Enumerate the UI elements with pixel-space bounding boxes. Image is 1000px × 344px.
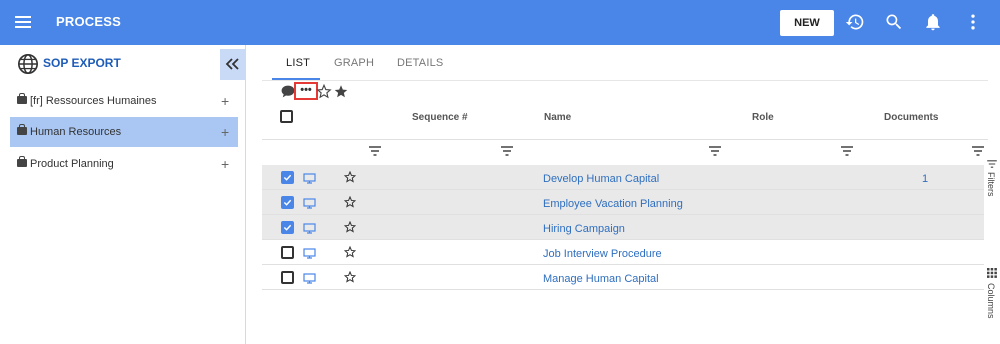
column-header-documents[interactable]: Documents [884,112,938,123]
table-row[interactable]: Manage Human Capital [262,265,984,290]
process-name-link[interactable]: Manage Human Capital [543,273,659,285]
row-checkbox[interactable] [281,221,294,234]
sidebar-item-ressources-humaines[interactable]: [fr] Ressources Humaines + [10,86,238,116]
menu-icon[interactable] [12,12,34,32]
tab-list[interactable]: LIST [286,57,310,69]
more-actions-button[interactable]: ••• [294,82,318,100]
top-app-bar: PROCESS NEW [0,0,1000,45]
sidebar-item-label: Human Resources [30,126,122,138]
globe-icon [18,54,38,74]
process-name-link[interactable]: Hiring Campaign [543,223,625,235]
monitor-icon[interactable] [303,173,316,184]
filter-icon[interactable] [501,146,513,156]
search-icon[interactable] [884,12,904,32]
filter-icon[interactable] [369,146,381,156]
new-button[interactable]: NEW [780,10,834,36]
sidebar-item-human-resources[interactable]: Human Resources + [10,117,238,147]
comment-icon[interactable] [281,85,295,98]
star-outline-icon[interactable] [316,84,332,99]
filter-icon[interactable] [987,160,997,168]
column-header-name[interactable]: Name [544,112,571,123]
select-all-checkbox[interactable] [280,110,293,123]
column-header-sequence[interactable]: Sequence # [412,112,468,123]
filters-panel-toggle[interactable]: Filters [986,172,996,197]
double-chevron-left-icon [225,58,239,70]
header-divider [262,139,988,140]
table-row[interactable]: Develop Human Capital 1 [262,165,984,190]
history-icon[interactable] [845,12,865,32]
table-row[interactable]: Job Interview Procedure [262,240,984,265]
filter-icon[interactable] [972,146,984,156]
monitor-icon[interactable] [303,223,316,234]
sidebar-item-label: Product Planning [30,158,114,170]
column-header-role[interactable]: Role [752,112,774,123]
columns-grid-icon[interactable] [987,268,997,278]
sidebar-item-label: [fr] Ressources Humaines [30,95,157,107]
table-row[interactable]: Employee Vacation Planning [262,190,984,215]
expand-plus-icon[interactable]: + [221,93,229,109]
documents-count[interactable]: 1 [922,173,928,185]
table-row[interactable]: Hiring Campaign [262,215,984,240]
process-name-link[interactable]: Job Interview Procedure [543,248,662,260]
monitor-icon[interactable] [303,273,316,284]
more-vert-icon[interactable] [963,12,983,32]
monitor-icon[interactable] [303,248,316,259]
tabs-divider [262,80,988,81]
row-checkbox[interactable] [281,271,294,284]
sidebar-item-product-planning[interactable]: Product Planning + [10,149,238,179]
briefcase-icon [17,124,27,135]
star-outline-icon[interactable] [344,221,356,233]
columns-panel-toggle[interactable]: Columns [986,283,996,319]
monitor-icon[interactable] [303,198,316,209]
row-checkbox[interactable] [281,246,294,259]
row-checkbox[interactable] [281,171,294,184]
briefcase-icon [17,156,27,167]
expand-plus-icon[interactable]: + [221,156,229,172]
process-name-link[interactable]: Develop Human Capital [543,173,659,185]
star-outline-icon[interactable] [344,196,356,208]
app-title: PROCESS [56,14,121,29]
row-checkbox[interactable] [281,196,294,209]
collapse-sidebar-button[interactable] [220,49,246,80]
sidebar: SOP EXPORT [fr] Ressources Humaines + Hu… [0,45,246,344]
filter-icon[interactable] [841,146,853,156]
bell-icon[interactable] [923,12,943,32]
filter-icon[interactable] [709,146,721,156]
star-outline-icon[interactable] [344,246,356,258]
process-name-link[interactable]: Employee Vacation Planning [543,198,683,210]
tab-details[interactable]: DETAILS [397,57,443,69]
tab-graph[interactable]: GRAPH [334,57,374,69]
star-outline-icon[interactable] [344,171,356,183]
briefcase-icon [17,93,27,104]
star-outline-icon[interactable] [344,271,356,283]
sidebar-header: SOP EXPORT [0,45,246,81]
star-filled-icon[interactable] [333,84,349,99]
expand-plus-icon[interactable]: + [221,124,229,140]
sidebar-title: SOP EXPORT [43,56,121,70]
right-rail: Filters Columns [984,156,1000,344]
